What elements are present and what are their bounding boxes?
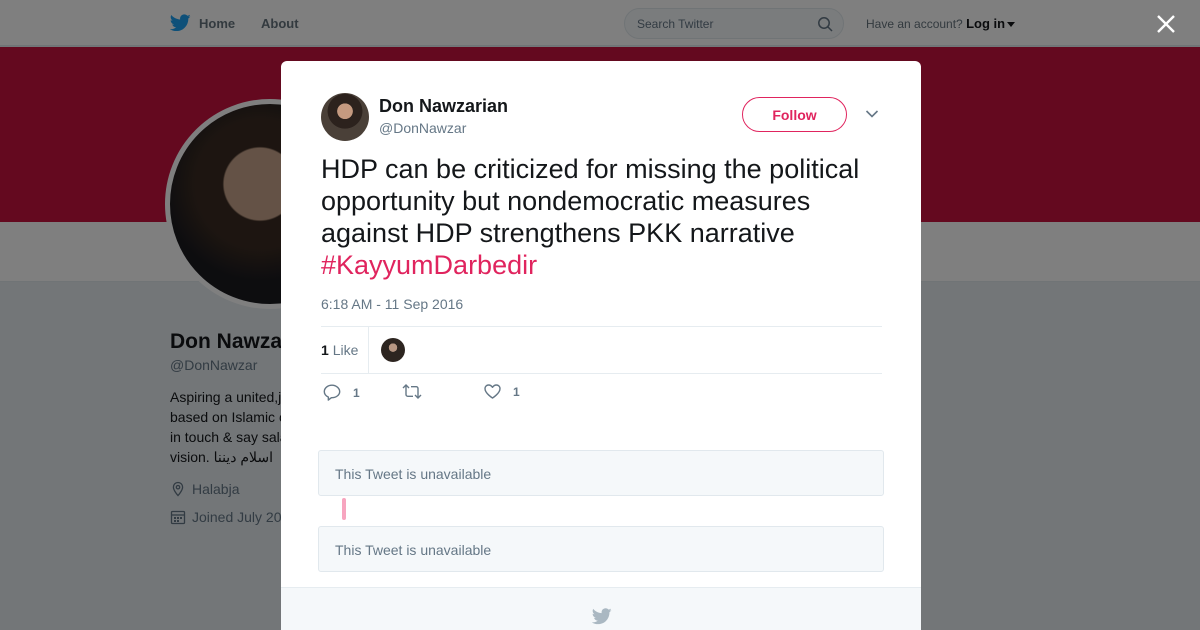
thread-connector	[342, 498, 346, 520]
twitter-bird-icon	[592, 608, 612, 625]
follow-button[interactable]: Follow	[742, 97, 847, 132]
like-label: Like	[332, 342, 359, 358]
like-button[interactable]: 1	[484, 384, 520, 399]
unavailable-tweet: This Tweet is unavailable	[318, 526, 884, 572]
unavailable-tweet: This Tweet is unavailable	[318, 450, 884, 496]
liker-avatar[interactable]	[381, 338, 405, 362]
like-stat[interactable]: 1 Like	[321, 342, 358, 358]
tweet-modal: Don Nawzarian @DonNawzar Follow HDP can …	[281, 61, 921, 630]
tweet-hashtag[interactable]: #KayyumDarbedir	[321, 250, 537, 280]
retweet-button[interactable]	[402, 384, 434, 399]
tweet-text: HDP can be criticized for missing the po…	[321, 153, 891, 281]
heart-icon	[484, 384, 501, 399]
tweet-stats: 1 Like	[321, 326, 882, 374]
tweet-timestamp[interactable]: 6:18 AM - 11 Sep 2016	[321, 296, 463, 312]
like-count: 1	[321, 342, 329, 358]
tweet-actions: 1 1	[321, 384, 621, 408]
author-username[interactable]: @DonNawzar	[379, 120, 466, 136]
reply-count: 1	[353, 385, 360, 400]
author-avatar[interactable]	[321, 93, 369, 141]
heart-count: 1	[513, 384, 520, 399]
close-icon[interactable]	[1155, 13, 1177, 35]
retweet-icon	[402, 384, 422, 399]
stats-divider	[368, 327, 369, 373]
tweet-body: HDP can be criticized for missing the po…	[321, 154, 860, 248]
reply-icon	[323, 384, 341, 401]
chevron-down-icon[interactable]	[865, 109, 879, 119]
modal-footer	[281, 587, 921, 630]
reply-button[interactable]: 1	[323, 384, 360, 401]
author-fullname[interactable]: Don Nawzarian	[379, 96, 508, 117]
